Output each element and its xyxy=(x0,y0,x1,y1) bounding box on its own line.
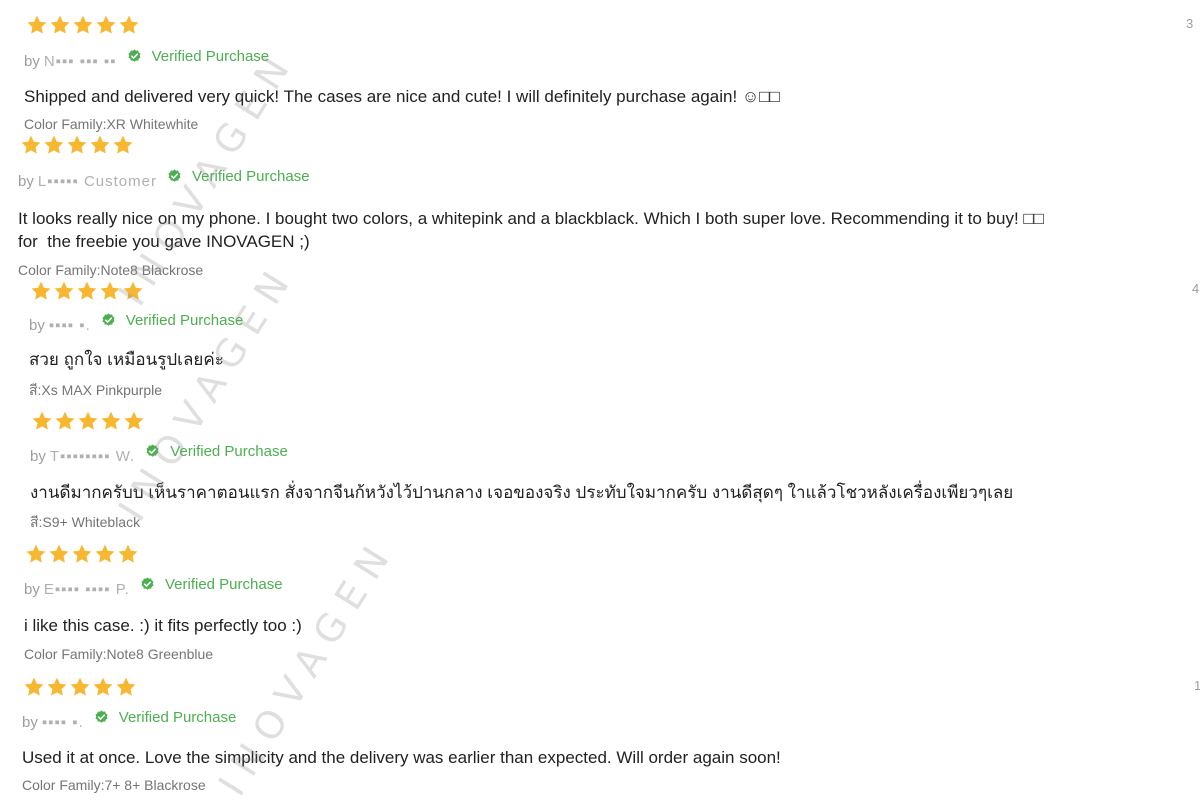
star-icon xyxy=(112,134,134,156)
review-item: by ▪▪▪▪ ▪. Verified Purchase สวย ถูกใจ เหม… xyxy=(0,280,1200,410)
star-icon xyxy=(95,14,117,36)
verified-label: Verified Purchase xyxy=(151,47,270,65)
review-content: i like this case. :) it fits perfectly t… xyxy=(24,616,302,635)
review-content: งานดีมากครับบ เห็นราคาตอนแรก สั่งจากจีนก… xyxy=(30,483,1014,502)
star-icon xyxy=(77,410,99,432)
check-shield-icon xyxy=(167,166,187,186)
by-label: by xyxy=(18,173,34,190)
review-sku: Color Family:7+ 8+ Blackrose xyxy=(22,777,206,793)
check-shield-icon xyxy=(140,574,160,594)
verified-badge: Verified Purchase xyxy=(145,441,288,461)
star-icon xyxy=(43,134,65,156)
reviewer-name: T▪▪▪▪▪▪▪▪ W. xyxy=(49,448,136,465)
star-icon xyxy=(54,410,76,432)
star-icon xyxy=(99,280,121,302)
review-byline: by ▪▪▪▪ ▪. Verified Purchase xyxy=(29,310,244,335)
reviewer-name: ▪▪▪▪ ▪. xyxy=(41,714,84,731)
reviewer-name: N▪▪▪ ▪▪▪ ▪▪ xyxy=(43,53,117,70)
check-shield-icon xyxy=(127,46,147,66)
by-label: by xyxy=(30,448,46,465)
star-icon xyxy=(48,543,70,565)
check-shield-icon xyxy=(94,707,114,727)
verified-label: Verified Purchase xyxy=(118,708,237,726)
review-byline: by T▪▪▪▪▪▪▪▪ W. Verified Purchase xyxy=(30,441,288,466)
verified-badge: Verified Purchase xyxy=(140,574,283,594)
star-icon xyxy=(100,410,122,432)
star-icon xyxy=(31,410,53,432)
review-date-fragment: 3 xyxy=(1186,16,1194,31)
check-shield-icon xyxy=(145,441,165,461)
check-shield-icon xyxy=(101,310,121,330)
review-item: by N▪▪▪ ▪▪▪ ▪▪ Verified Purchase Shipped a… xyxy=(0,14,1200,136)
review-item: by T▪▪▪▪▪▪▪▪ W. Verified Purchase งานดีมาก… xyxy=(0,410,1200,540)
star-rating xyxy=(26,14,140,40)
star-icon xyxy=(76,280,98,302)
review-byline: by L▪▪▪▪▪ Customer Verified Purchase xyxy=(18,166,310,191)
verified-label: Verified Purchase xyxy=(125,311,244,329)
review-sku: สี:Xs MAX Pinkpurple xyxy=(29,382,163,398)
star-icon xyxy=(49,14,71,36)
by-label: by xyxy=(29,317,45,334)
star-icon xyxy=(66,134,88,156)
review-byline: by ▪▪▪▪ ▪. Verified Purchase xyxy=(22,707,237,732)
review-byline: by N▪▪▪ ▪▪▪ ▪▪ Verified Purchase xyxy=(24,46,270,71)
star-icon xyxy=(115,676,137,698)
star-icon xyxy=(26,14,48,36)
reviewer-name: L▪▪▪▪▪ Customer xyxy=(37,173,157,190)
star-icon xyxy=(92,676,114,698)
star-icon xyxy=(23,676,45,698)
star-icon xyxy=(118,14,140,36)
by-label: by xyxy=(24,53,40,70)
review-sku: Color Family:XR Whitewhite xyxy=(24,116,199,132)
star-rating xyxy=(31,410,145,436)
verified-badge: Verified Purchase xyxy=(167,166,310,186)
verified-label: Verified Purchase xyxy=(170,442,288,460)
star-rating xyxy=(23,676,137,702)
review-content: It looks really nice on my phone. I boug… xyxy=(18,209,1044,251)
star-icon xyxy=(30,280,52,302)
star-icon xyxy=(53,280,75,302)
star-icon xyxy=(20,134,42,156)
verified-badge: Verified Purchase xyxy=(94,707,237,727)
star-icon xyxy=(89,134,111,156)
review-sku: Color Family:Note8 Blackrose xyxy=(18,262,204,278)
review-item: by L▪▪▪▪▪ Customer Verified Purchase It lo… xyxy=(0,134,1200,284)
reviews-page: by N▪▪▪ ▪▪▪ ▪▪ Verified Purchase Shipped a… xyxy=(0,0,1200,800)
verified-label: Verified Purchase xyxy=(164,575,283,593)
star-rating xyxy=(25,543,139,569)
star-icon xyxy=(122,280,144,302)
review-sku: Color Family:Note8 Greenblue xyxy=(24,646,214,662)
verified-badge: Verified Purchase xyxy=(127,46,270,66)
reviewer-name: ▪▪▪▪ ▪. xyxy=(48,317,91,334)
by-label: by xyxy=(22,714,38,731)
review-item: by ▪▪▪▪ ▪. Verified Purchase Used it at on… xyxy=(0,676,1200,800)
review-date-fragment: 1 xyxy=(1194,678,1200,693)
star-icon xyxy=(25,543,47,565)
verified-label: Verified Purchase xyxy=(191,167,310,185)
star-icon xyxy=(117,543,139,565)
star-icon xyxy=(69,676,91,698)
star-icon xyxy=(123,410,145,432)
review-sku: สี:S9+ Whiteblack xyxy=(30,514,141,530)
reviewer-name: E▪▪▪▪ ▪▪▪▪ P. xyxy=(43,581,130,598)
star-rating xyxy=(30,280,144,306)
star-icon xyxy=(72,14,94,36)
star-icon xyxy=(71,543,93,565)
review-content: Used it at once. Love the simplicity and… xyxy=(22,748,781,767)
by-label: by xyxy=(24,581,40,598)
review-item: by E▪▪▪▪ ▪▪▪▪ P. Verified Purchase i like … xyxy=(0,543,1200,673)
review-content: สวย ถูกใจ เหมือนรูปเลยค่ะ xyxy=(29,350,224,369)
review-date-fragment: 4 xyxy=(1192,281,1200,296)
star-icon xyxy=(94,543,116,565)
star-rating xyxy=(20,134,134,160)
review-byline: by E▪▪▪▪ ▪▪▪▪ P. Verified Purchase xyxy=(24,574,283,599)
review-content: Shipped and delivered very quick! The ca… xyxy=(24,87,780,106)
verified-badge: Verified Purchase xyxy=(101,310,244,330)
star-icon xyxy=(46,676,68,698)
